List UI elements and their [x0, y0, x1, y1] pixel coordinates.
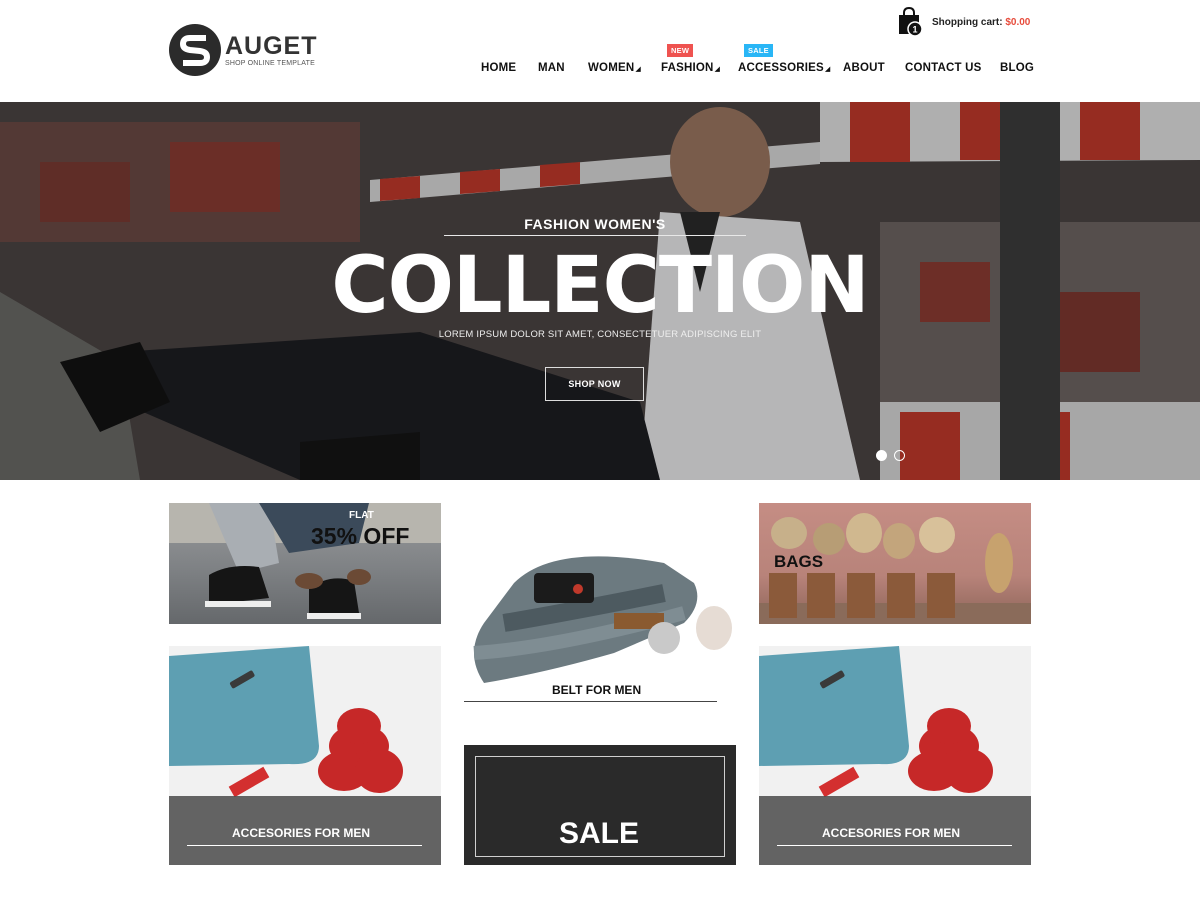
promo-flat-label: FLAT	[349, 510, 374, 521]
shoes-image	[169, 503, 441, 619]
belt-underline	[464, 701, 717, 702]
caret-down-icon: ◢	[714, 66, 721, 73]
nav-blog-label: BLOG	[1000, 62, 1035, 74]
nav-accessories-label: ACCESSORIES	[738, 62, 824, 74]
site-header: AUGET SHOP ONLINE TEMPLATE 1 Shopping ca…	[0, 0, 1200, 102]
cart-label: Shopping cart:	[932, 16, 1003, 28]
nav-contact[interactable]: CONTACT US	[905, 62, 982, 74]
nav-man[interactable]: MAN	[538, 62, 565, 74]
nav-fashion-label: FASHION	[661, 62, 714, 74]
hero-subtitle: FASHION WOMEN'S	[524, 216, 666, 232]
hero-title: COLLECTION	[331, 241, 869, 331]
caret-down-icon: ◢	[824, 66, 831, 73]
promo-shoes-tile[interactable]: FLAT 35% OFF	[169, 503, 441, 624]
nav-about[interactable]: ABOUT	[843, 62, 885, 74]
cart-amount: $0.00	[1005, 16, 1031, 28]
nav-blog[interactable]: BLOG	[1000, 62, 1034, 74]
promo-accessories-right-tile[interactable]: ACCESORIES FOR MEN	[759, 646, 1031, 865]
bags-label: BAGS	[774, 552, 824, 571]
nav-contact-label: CONTACT US	[905, 62, 982, 74]
hero-slider: FASHION WOMEN'S COLLECTION LOREM IPSUM D…	[0, 102, 1200, 480]
accessories-right-label: ACCESORIES FOR MEN	[822, 826, 961, 840]
hero-description: LOREM IPSUM DOLOR SIT AMET, CONSECTETUER…	[438, 329, 762, 340]
accessories-right-underline	[777, 845, 1012, 846]
hero-divider	[444, 235, 746, 236]
sale-badge: SALE	[744, 44, 773, 57]
shop-now-button[interactable]: SHOP NOW	[545, 367, 644, 401]
nav-home[interactable]: HOME	[481, 62, 516, 74]
nav-accessories[interactable]: SALE ACCESSORIES◢	[738, 44, 831, 74]
promo-discount: 35% OFF	[311, 523, 410, 549]
belt-label: BELT FOR MEN	[552, 683, 642, 697]
accessories-left-label: ACCESORIES FOR MEN	[232, 826, 371, 840]
sale-label: SALE	[559, 817, 640, 850]
cart-summary: Shopping cart: $0.00	[932, 17, 1030, 28]
shopping-cart[interactable]: 1 Shopping cart: $0.00	[897, 6, 1030, 38]
promo-bags-tile[interactable]: BAGS	[759, 503, 1031, 624]
promo-sale-tile[interactable]: SALE	[464, 745, 736, 865]
nav-women[interactable]: WOMEN◢	[588, 62, 641, 74]
promo-accessories-left-tile[interactable]: ACCESORIES FOR MEN	[169, 646, 441, 865]
shopping-bag-icon: 1	[897, 6, 923, 37]
slider-dot-1[interactable]	[876, 450, 887, 461]
nav-home-label: HOME	[481, 62, 517, 74]
belt-image	[473, 556, 732, 683]
accessories-left-underline	[187, 845, 422, 846]
new-badge: NEW	[667, 44, 694, 57]
nav-man-label: MAN	[538, 62, 565, 74]
nav-fashion[interactable]: NEW FASHION◢	[661, 44, 721, 74]
brand-name: AUGET	[225, 31, 318, 60]
nav-women-label: WOMEN	[588, 62, 635, 74]
main-nav: HOME MAN WOMEN◢ NEW FASHION◢ SALE ACCESS…	[0, 44, 1200, 82]
nav-about-label: ABOUT	[843, 62, 885, 74]
cart-count: 1	[912, 25, 917, 35]
promo-belt-tile[interactable]: BELT FOR MEN	[464, 503, 736, 708]
slider-dot-2[interactable]	[894, 450, 905, 461]
caret-down-icon: ◢	[635, 66, 641, 73]
